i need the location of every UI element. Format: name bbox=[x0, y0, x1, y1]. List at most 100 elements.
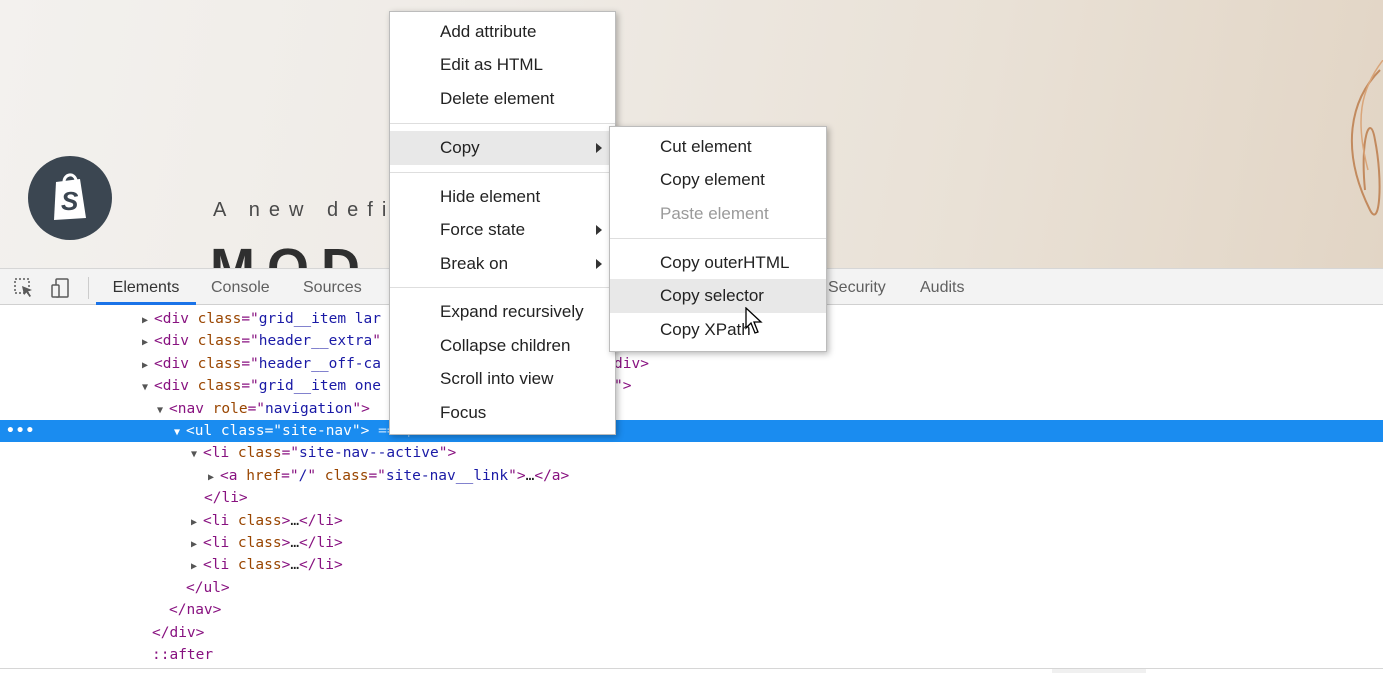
collapse-triangle-icon[interactable]: ▼ bbox=[191, 444, 203, 466]
tree-token: header__extra bbox=[258, 333, 373, 350]
tree-row[interactable]: ::after bbox=[0, 644, 1383, 666]
tree-token: … bbox=[290, 535, 300, 551]
tree-token: </li> bbox=[299, 535, 343, 551]
submenu-arrow-icon bbox=[596, 143, 602, 153]
copy-submenu-item-cut-element[interactable]: Cut element bbox=[610, 130, 826, 164]
tree-token: class bbox=[197, 378, 242, 395]
tree-token: site-nav__link bbox=[385, 467, 509, 484]
tab-console[interactable]: Console bbox=[211, 269, 270, 305]
context-menu-item-edit-as-html[interactable]: Edit as HTML bbox=[390, 48, 615, 82]
tree-row[interactable]: </ul> bbox=[0, 577, 1383, 599]
context-menu-item-collapse-children[interactable]: Collapse children bbox=[390, 329, 615, 363]
tree-row[interactable]: ▶ <li class>…</li> bbox=[0, 510, 1383, 532]
expand-triangle-icon[interactable]: ▶ bbox=[208, 467, 220, 489]
context-menu-item-label: Copy bbox=[440, 138, 480, 157]
tree-token: href bbox=[246, 467, 282, 484]
context-menu-item-copy[interactable]: Copy bbox=[390, 131, 615, 165]
tree-row[interactable]: </div> bbox=[0, 622, 1383, 644]
tree-token: <li bbox=[203, 445, 238, 462]
tab-security[interactable]: Security bbox=[828, 269, 886, 305]
collapse-triangle-icon[interactable]: ▼ bbox=[157, 400, 169, 422]
context-menu-item-label: Focus bbox=[440, 403, 487, 422]
tree-token: class bbox=[197, 355, 242, 372]
tree-token: <nav bbox=[169, 400, 213, 417]
menu-separator bbox=[390, 123, 615, 124]
toolbar-divider bbox=[88, 277, 89, 299]
shopify-logo: S bbox=[28, 156, 112, 240]
tree-token: <li bbox=[203, 535, 238, 551]
hero-tagline: A new defi bbox=[213, 199, 396, 221]
context-menu-item-label: Edit as HTML bbox=[440, 55, 543, 74]
context-menu-item-label: Scroll into view bbox=[440, 369, 554, 388]
tree-token: =" bbox=[247, 400, 266, 417]
tree-token: … bbox=[290, 557, 300, 574]
tree-row[interactable]: ▶ <a href="/" class="site-nav__link">…</a… bbox=[0, 465, 1383, 487]
tree-token: <a bbox=[220, 467, 247, 484]
context-menu-item-expand-recursively[interactable]: Expand recursively bbox=[390, 295, 615, 329]
tree-token: <div bbox=[154, 355, 198, 372]
expand-triangle-icon[interactable]: ▶ bbox=[142, 310, 154, 332]
tab-sources[interactable]: Sources bbox=[303, 269, 362, 305]
tree-row[interactable]: ▼ <div class="grid__item one "> bbox=[0, 375, 1383, 397]
tree-row[interactable]: ▶ <div class="header__off-ca div> bbox=[0, 353, 1383, 375]
context-menu-item-scroll-into-view[interactable]: Scroll into view bbox=[390, 362, 615, 396]
copy-submenu-item-copy-selector[interactable]: Copy selector bbox=[610, 279, 826, 313]
tree-row[interactable]: ▼ <li class="site-nav--active"> bbox=[0, 442, 1383, 464]
copy-submenu-item-copy-xpath[interactable]: Copy XPath bbox=[610, 313, 826, 347]
context-menu-item-focus[interactable]: Focus bbox=[390, 396, 615, 430]
expand-triangle-icon[interactable]: ▶ bbox=[191, 534, 203, 556]
copy-submenu-item-copy-element[interactable]: Copy element bbox=[610, 163, 826, 197]
tab-audits[interactable]: Audits bbox=[920, 269, 964, 305]
collapse-triangle-icon[interactable]: ▼ bbox=[142, 377, 154, 399]
expand-triangle-icon[interactable]: ▶ bbox=[142, 355, 154, 377]
tree-token: class bbox=[237, 445, 282, 462]
context-menu-item-break-on[interactable]: Break on bbox=[390, 247, 615, 281]
tree-row[interactable]: ▶ <li class>…</li> bbox=[0, 554, 1383, 576]
tree-token: </li> bbox=[204, 490, 248, 507]
tree-token: =" bbox=[281, 467, 299, 484]
tree-token: =" bbox=[264, 423, 283, 439]
collapse-triangle-icon[interactable]: ▼ bbox=[174, 422, 186, 444]
tree-token: header__off-ca bbox=[258, 355, 381, 372]
hero-heading: MOD bbox=[210, 238, 372, 268]
tree-token: "> bbox=[351, 423, 370, 439]
expand-triangle-icon[interactable]: ▶ bbox=[191, 556, 203, 578]
tree-row[interactable]: ▼ <nav role="navigation"> bbox=[0, 398, 1383, 420]
tree-token: div> bbox=[614, 355, 649, 372]
context-menu-item-label: Add attribute bbox=[440, 22, 537, 41]
tree-token: "> bbox=[438, 445, 457, 462]
copy-submenu-item-copy-outerhtml[interactable]: Copy outerHTML bbox=[610, 246, 826, 280]
tree-token: <div bbox=[154, 333, 198, 350]
tree-token: =" bbox=[241, 333, 259, 350]
tree-token: > bbox=[281, 535, 291, 551]
mouse-cursor-icon bbox=[745, 307, 763, 334]
tab-elements[interactable]: Elements bbox=[96, 269, 196, 305]
context-menu-item-label: Expand recursively bbox=[440, 302, 584, 321]
panel-divider bbox=[0, 668, 1383, 669]
tree-row[interactable]: ▶ <li class>…</li> bbox=[0, 532, 1383, 554]
context-menu-item-label: Force state bbox=[440, 220, 526, 239]
tree-token: class bbox=[197, 311, 242, 327]
tree-token: =" bbox=[241, 378, 259, 395]
tree-row[interactable]: </nav> bbox=[0, 599, 1383, 621]
tree-token: </li> bbox=[299, 557, 343, 574]
inspect-element-icon[interactable] bbox=[13, 277, 35, 299]
tree-row-selected[interactable]: ▼<ul class="site-nav"> == $0••• bbox=[0, 420, 1383, 442]
expand-triangle-icon[interactable]: ▶ bbox=[142, 332, 154, 354]
tree-token: </ul> bbox=[186, 579, 230, 596]
device-toolbar-icon[interactable] bbox=[50, 277, 72, 299]
context-menu-item-hide-element[interactable]: Hide element bbox=[390, 180, 615, 214]
context-menu-item-add-attribute[interactable]: Add attribute bbox=[390, 15, 615, 49]
tree-token: </li> bbox=[299, 512, 343, 529]
tree-token: class bbox=[324, 467, 369, 484]
tree-token: </a> bbox=[534, 467, 570, 484]
context-menu-item-force-state[interactable]: Force state bbox=[390, 213, 615, 247]
tree-row[interactable]: </li> bbox=[0, 487, 1383, 509]
tree-token: "> bbox=[614, 378, 632, 395]
expand-triangle-icon[interactable]: ▶ bbox=[191, 512, 203, 534]
row-more-options-icon[interactable]: ••• bbox=[6, 420, 35, 442]
context-menu-item-delete-element[interactable]: Delete element bbox=[390, 82, 615, 116]
tree-token: =" bbox=[241, 355, 259, 372]
copy-submenu-item-label: Copy outerHTML bbox=[660, 253, 790, 272]
copy-submenu-item-label: Copy element bbox=[660, 170, 765, 189]
